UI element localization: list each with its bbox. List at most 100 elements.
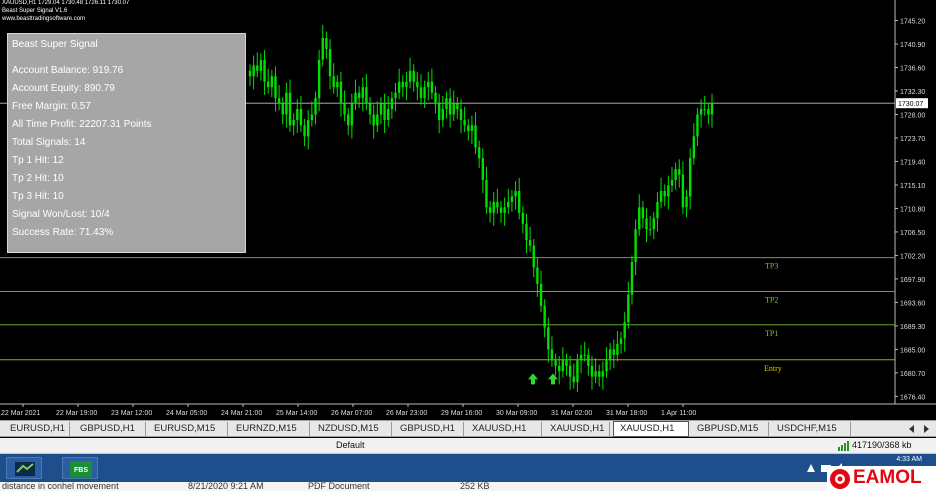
ic-app-icon [15, 462, 35, 476]
time-axis-label: 23 Mar 12:00 [111, 410, 152, 417]
candle-body [641, 207, 645, 219]
candle-body [536, 267, 539, 284]
candle-body [572, 376, 575, 383]
time-axis-label: 31 Mar 02:00 [551, 410, 592, 417]
file-size: 252 KB [460, 482, 490, 491]
tab-eurusd-m15[interactable]: EURUSD,M15 [148, 422, 228, 436]
time-axis-label: 25 Mar 14:00 [276, 410, 317, 417]
tab-xauusd-h1-2[interactable]: XAUUSD,H1 [544, 422, 610, 436]
candle-body [270, 76, 274, 88]
candle-body [299, 109, 303, 126]
candle-body [492, 201, 495, 213]
candle-body [321, 38, 324, 60]
candle-body [630, 261, 634, 295]
free-margin: Free Margin: 0.57 [12, 101, 91, 112]
candle-body [601, 371, 605, 377]
candle-body [638, 207, 641, 230]
current-price-label: 1730.07 [898, 101, 923, 108]
status-profile[interactable]: Default [336, 440, 365, 450]
time-axis-label: 31 Mar 18:00 [606, 410, 647, 417]
tab-xauusd-h1[interactable]: XAUUSD,H1 [466, 422, 542, 436]
candle-body [539, 283, 543, 306]
candle-body [296, 109, 299, 120]
candle-body [696, 114, 699, 137]
eamol-watermark: EAMOL [827, 466, 936, 491]
candle-body [692, 136, 696, 159]
candle-body [634, 229, 637, 262]
file-name[interactable]: distance in conhel movement [2, 482, 119, 491]
taskbar-app-ic[interactable] [6, 457, 42, 479]
candle-body [583, 354, 586, 356]
tab-scroll-left-icon [909, 425, 914, 433]
buy-signal-arrow-icon [528, 373, 538, 385]
price-axis-label: 1685.00 [900, 347, 925, 354]
candle-body [416, 81, 419, 88]
candle-body [550, 349, 554, 361]
level-label: TP1 [765, 329, 778, 338]
total-signals: Total Signals: 14 [12, 137, 86, 148]
tab-gbpusd-m15[interactable]: GBPUSD,M15 [691, 422, 769, 436]
candle-body [448, 98, 452, 115]
tab-xauusd-h1-active[interactable]: XAUUSD,H1 [613, 421, 689, 437]
candle-body [354, 92, 357, 104]
candle-body [376, 114, 379, 126]
windows-taskbar: FBS 4:33 AM [0, 454, 936, 482]
tp3-hit: Tp 3 Hit: 10 [12, 191, 64, 202]
candle-body [547, 327, 550, 350]
candle-body [579, 354, 583, 361]
candle-body [659, 190, 663, 202]
price-axis-label: 1723.70 [900, 136, 925, 143]
tab-usdchf-m15[interactable]: USDCHF,M15 [771, 422, 851, 436]
candle-body [616, 343, 619, 355]
candle-body [350, 103, 354, 126]
file-explorer-row: distance in conhel movement 8/21/2020 9:… [0, 482, 936, 491]
time-axis-label: 26 Mar 23:00 [386, 410, 427, 417]
candle-body [361, 87, 364, 99]
candle-body [656, 201, 659, 219]
candle-body [292, 119, 295, 126]
candle-body [474, 125, 477, 148]
candle-body [652, 218, 655, 230]
tab-gbpusd-h1[interactable]: GBPUSD,H1 [74, 422, 146, 436]
candle-body [303, 125, 306, 137]
price-axis-label: 1732.30 [900, 89, 925, 96]
candle-body [507, 201, 510, 208]
candle-body [266, 81, 270, 88]
candle-body [463, 119, 466, 126]
success-rate: Success Rate: 71.43% [12, 227, 114, 238]
candle-body [678, 169, 681, 175]
candle-body [663, 190, 666, 197]
chart-window[interactable]: 1745.20 1740.90 1736.60 1732.30 1728.00 1723.… [0, 0, 936, 418]
candle-body [707, 109, 710, 115]
tab-nzdusd-m15[interactable]: NZDUSD,M15 [312, 422, 392, 436]
price-axis-label: 1728.00 [900, 113, 925, 120]
all-time-profit: All Time Profit: 22207.31 Points [12, 119, 152, 130]
candle-body [667, 185, 670, 197]
tab-eurusd-h1[interactable]: EURUSD,H1 [4, 422, 70, 436]
candle-body [459, 109, 463, 120]
candle-body [670, 180, 674, 186]
candle-body [314, 98, 317, 115]
tab-scroll-arrows[interactable] [908, 424, 932, 434]
candle-body [332, 76, 335, 88]
candle-body [568, 365, 572, 377]
signal-info-panel: Beast Super Signal Account Balance: 919.… [7, 33, 246, 253]
tab-gbpusd-h1-2[interactable]: GBPUSD,H1 [394, 422, 464, 436]
taskbar-app-fbs[interactable]: FBS [62, 457, 98, 479]
candle-body [627, 294, 630, 323]
candle-body [256, 65, 259, 71]
candle-body [379, 103, 383, 115]
candle-body [467, 125, 470, 131]
taskbar-clock[interactable]: 4:33 AM [896, 456, 922, 463]
candle-body [336, 81, 339, 88]
candle-body [372, 114, 375, 126]
candle-body [528, 240, 532, 246]
panel-title: Beast Super Signal [12, 39, 98, 50]
time-axis-label: 1 Apr 11:00 [661, 410, 696, 417]
candle-body [477, 147, 481, 159]
candle-body [598, 371, 601, 377]
candle-body [365, 87, 368, 104]
candle-body [307, 119, 310, 137]
tab-eurnzd-m15[interactable]: EURNZD,M15 [230, 422, 310, 436]
candle-body [274, 76, 277, 99]
